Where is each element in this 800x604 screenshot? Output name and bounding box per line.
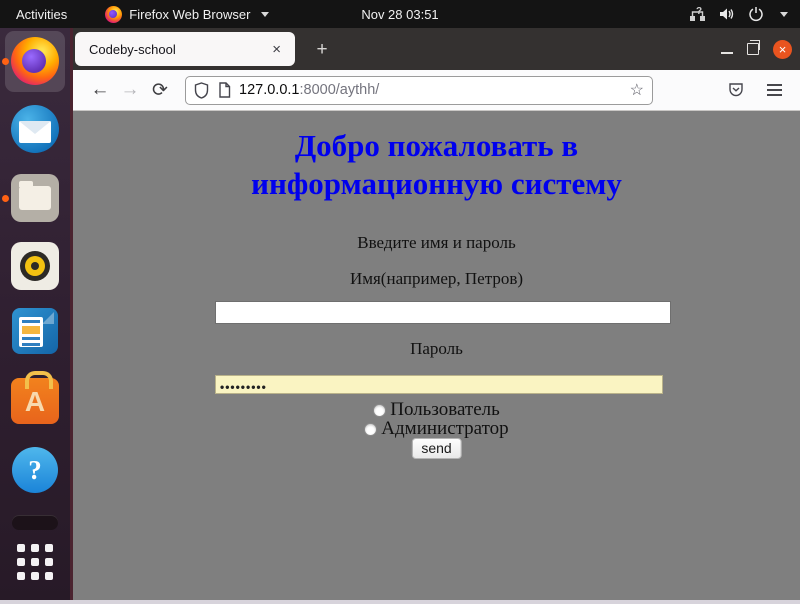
show-applications-button[interactable] [17, 544, 53, 580]
name-label: Имя(например, Петров) [73, 269, 800, 289]
tab-close-icon[interactable]: × [268, 40, 285, 59]
svg-text:?: ? [696, 6, 702, 17]
chevron-down-icon [261, 12, 269, 17]
tab-bar: Codeby-school × + × [73, 28, 800, 70]
system-top-bar: Activities Firefox Web Browser Nov 28 03… [0, 0, 800, 28]
name-input[interactable] [215, 301, 671, 324]
firefox-running-dot [2, 58, 9, 65]
ubuntu-software-icon: A [11, 378, 59, 424]
radio-user[interactable] [373, 404, 386, 417]
dock-item-thunderbird[interactable] [11, 105, 59, 153]
forward-button[interactable]: → [115, 79, 145, 101]
power-icon [748, 6, 764, 22]
thunderbird-icon [11, 105, 59, 153]
shield-permissions-icon[interactable] [194, 82, 209, 99]
bookmark-star-icon[interactable]: ☆ [630, 80, 644, 100]
radio-admin[interactable] [364, 423, 377, 436]
toolbar-right [727, 81, 800, 99]
firefox-icon [11, 37, 59, 85]
network-icon: ? [689, 6, 707, 22]
password-label: Пароль [73, 339, 800, 359]
tab-codeby-school[interactable]: Codeby-school × [75, 32, 295, 66]
back-button[interactable]: ← [85, 79, 115, 101]
radio-admin-label: Администратор [381, 418, 508, 440]
app-menu-label: Firefox Web Browser [129, 7, 250, 22]
dock-item-files[interactable] [11, 174, 59, 222]
menu-hamburger-icon[interactable] [767, 84, 782, 96]
url-bar[interactable]: 127.0.0.1:8000/aythh/ ☆ [185, 76, 653, 105]
help-icon: ? [12, 447, 58, 493]
dock-item-firefox[interactable] [11, 37, 59, 85]
reload-button[interactable]: ⟳ [145, 79, 175, 102]
page-title-line1: Добро пожаловать в [73, 127, 800, 165]
screen-bottom-edge [0, 600, 800, 604]
tray-chevron-down-icon [780, 12, 788, 17]
firefox-window: Codeby-school × + × ← → ⟳ 127.0.0.1:8000… [73, 28, 800, 600]
dock-item-libreoffice-writer[interactable] [12, 308, 58, 354]
dock-item-rhythmbox[interactable] [11, 242, 59, 290]
page-info-icon[interactable] [218, 82, 231, 98]
new-tab-button[interactable]: + [310, 38, 334, 62]
files-running-dot [2, 195, 9, 202]
tab-title: Codeby-school [89, 42, 268, 57]
pocket-icon[interactable] [727, 81, 745, 99]
minimized-window-icon [12, 515, 58, 530]
dock-item-minimized-window[interactable] [12, 515, 58, 530]
subtitle: Введите имя и пароль [73, 233, 800, 253]
minimize-button[interactable] [721, 52, 733, 54]
rhythmbox-icon [11, 242, 59, 290]
volume-icon [719, 6, 736, 22]
app-menu[interactable]: Firefox Web Browser [105, 6, 269, 23]
url-host: 127.0.0.1 [239, 82, 299, 98]
dock-item-help[interactable]: ? [12, 447, 58, 493]
activities-button[interactable]: Activities [0, 0, 83, 28]
send-button[interactable]: send [411, 438, 461, 459]
system-tray[interactable]: ? [689, 6, 800, 22]
app-grid-icon [17, 544, 53, 580]
url-path: :8000/aythh/ [299, 82, 379, 98]
page-title-line2: информационную систему [73, 165, 800, 203]
restore-button[interactable] [747, 43, 759, 55]
firefox-icon [105, 6, 122, 23]
navigation-toolbar: ← → ⟳ 127.0.0.1:8000/aythh/ ☆ [73, 70, 800, 111]
dock-item-ubuntu-software[interactable]: A [11, 378, 59, 424]
window-controls: × [721, 28, 792, 70]
url-text[interactable]: 127.0.0.1:8000/aythh/ [239, 82, 630, 98]
libreoffice-writer-icon [12, 308, 58, 354]
dock: A ? [0, 28, 73, 600]
files-icon [11, 174, 59, 222]
close-button[interactable]: × [773, 40, 792, 59]
web-page: Добро пожаловать в информационную систем… [73, 111, 800, 600]
password-input[interactable]: ••••••••• [215, 375, 663, 394]
role-option-admin[interactable]: Администратор [73, 418, 800, 440]
page-title: Добро пожаловать в информационную систем… [73, 127, 800, 203]
